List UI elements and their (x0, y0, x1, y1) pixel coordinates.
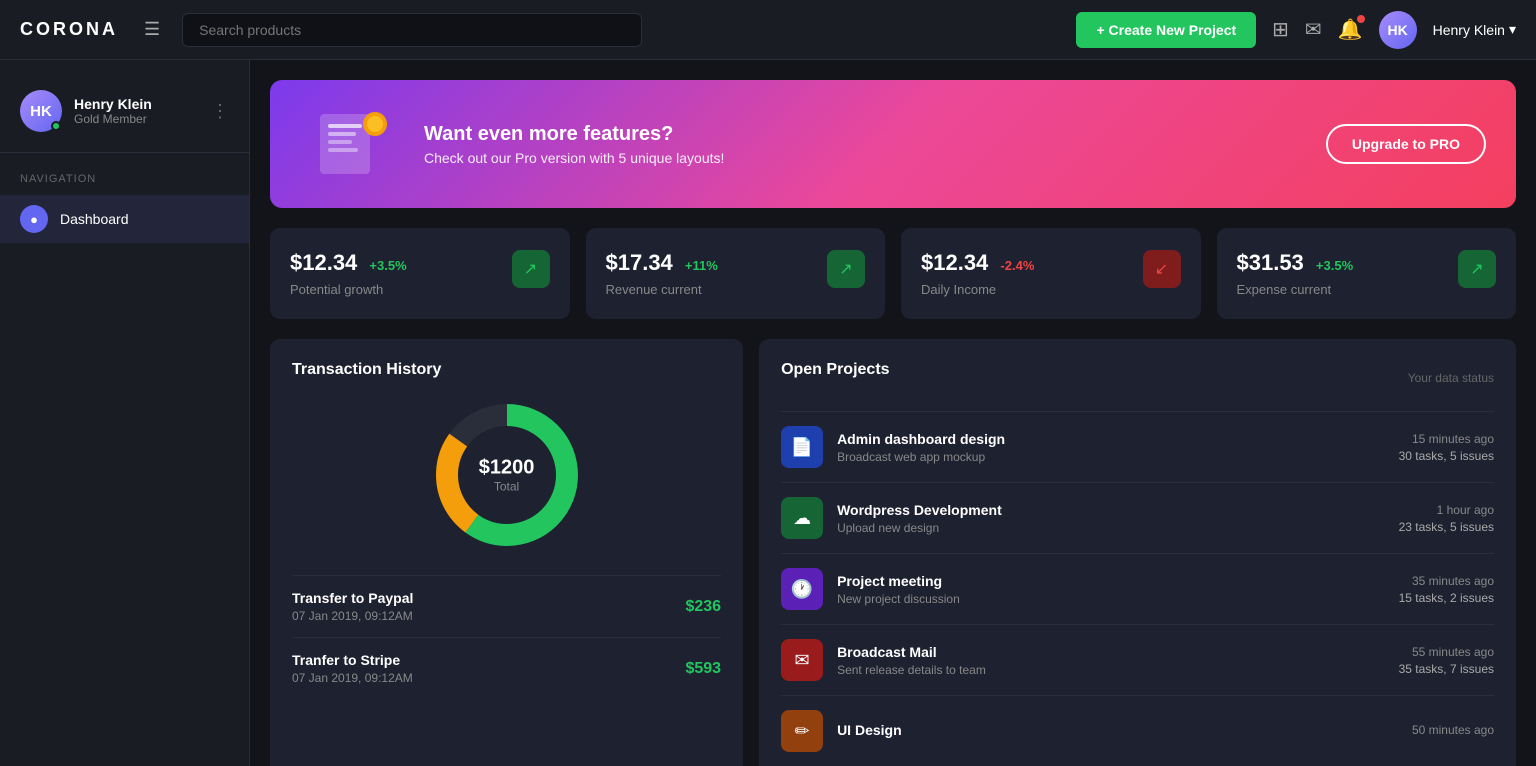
project-time-1: 1 hour ago (1399, 503, 1494, 517)
project-time-3: 55 minutes ago (1399, 645, 1494, 659)
project-stats-1: 23 tasks, 5 issues (1399, 520, 1494, 534)
project-item-2[interactable]: 🕐 Project meeting New project discussion… (781, 553, 1494, 624)
project-item-broadcast-mail[interactable]: ✉ Broadcast Mail Sent release details to… (781, 624, 1494, 695)
online-indicator (51, 121, 61, 131)
stat-arrow-1: ↗ (827, 250, 865, 288)
topnav: CORONA ☰ + Create New Project ⊞ ✉ 🔔 HK H… (0, 0, 1536, 60)
tx-amount-1: $593 (685, 660, 721, 678)
upgrade-button[interactable]: Upgrade to PRO (1326, 124, 1486, 164)
stat-label-3: Expense current (1237, 282, 1354, 297)
projects-header: Open Projects Your data status (781, 361, 1494, 395)
stat-badge-3: +3.5% (1316, 258, 1353, 273)
stat-arrow-3: ↗ (1458, 250, 1496, 288)
nav-section-label: Navigation (0, 173, 249, 195)
nav-right: + Create New Project ⊞ ✉ 🔔 HK Henry Klei… (1076, 11, 1516, 49)
banner-subtitle: Check out our Pro version with 5 unique … (424, 150, 1326, 166)
banner-illustration (300, 104, 400, 184)
project-item-4[interactable]: ✏ UI Design 50 minutes ago (781, 695, 1494, 766)
sidebar-user-name: Henry Klein (74, 96, 199, 112)
project-stats-0: 30 tasks, 5 issues (1399, 449, 1494, 463)
stat-badge-2: -2.4% (1000, 258, 1034, 273)
project-item-0[interactable]: 📄 Admin dashboard design Broadcast web a… (781, 411, 1494, 482)
stat-label-2: Daily Income (921, 282, 1034, 297)
stat-label-0: Potential growth (290, 282, 407, 297)
project-name-1: Wordpress Development (837, 502, 1385, 518)
main-layout: HK Henry Klein Gold Member ⋮ Navigation … (0, 60, 1536, 766)
grid-icon[interactable]: ⊞ (1272, 17, 1289, 42)
transaction-item-0: Transfer to Paypal 07 Jan 2019, 09:12AM … (292, 575, 721, 637)
main-content: Want even more features? Check out our P… (250, 60, 1536, 766)
tx-amount-0: $236 (685, 598, 721, 616)
search-input[interactable] (182, 13, 642, 47)
stat-cards: $12.34 +3.5% Potential growth ↗ $17.34 +… (270, 228, 1516, 319)
stat-badge-1: +11% (685, 258, 718, 273)
avatar[interactable]: HK (1379, 11, 1417, 49)
user-name-label[interactable]: Henry Klein ▾ (1433, 21, 1516, 38)
bottom-section: Transaction History $1 (270, 339, 1516, 766)
sidebar-avatar: HK (20, 90, 62, 132)
project-stats-2: 15 tasks, 2 issues (1399, 591, 1494, 605)
tx-name-1: Tranfer to Stripe (292, 652, 413, 668)
stat-value-1: $17.34 (606, 250, 673, 275)
notification-dot (1357, 15, 1365, 23)
sidebar-more-icon[interactable]: ⋮ (211, 101, 229, 122)
stat-value-0: $12.34 (290, 250, 357, 275)
tx-name-0: Transfer to Paypal (292, 590, 413, 606)
stat-arrow-0: ↗ (512, 250, 550, 288)
mail-icon[interactable]: ✉ (1305, 17, 1322, 42)
stat-value-3: $31.53 (1237, 250, 1304, 275)
stat-card-potential-growth: $12.34 +3.5% Potential growth ↗ (270, 228, 570, 319)
donut-label: Total (479, 480, 535, 494)
donut-chart: $1200 Total (427, 395, 587, 555)
stat-value-2: $12.34 (921, 250, 988, 275)
project-time-0: 15 minutes ago (1399, 432, 1494, 446)
dashboard-icon: ● (20, 205, 48, 233)
promo-banner: Want even more features? Check out our P… (270, 80, 1516, 208)
sidebar-item-label: Dashboard (60, 211, 129, 227)
project-sub-3: Sent release details to team (837, 663, 1385, 677)
project-sub-1: Upload new design (837, 521, 1385, 535)
project-item-1[interactable]: ☁ Wordpress Development Upload new desig… (781, 482, 1494, 553)
tx-date-1: 07 Jan 2019, 09:12AM (292, 671, 413, 685)
project-icon-4: ✏ (781, 710, 823, 752)
bell-icon[interactable]: 🔔 (1338, 17, 1363, 42)
project-sub-2: New project discussion (837, 592, 1385, 606)
project-icon-1: ☁ (781, 497, 823, 539)
transaction-title: Transaction History (292, 361, 721, 379)
stat-label-1: Revenue current (606, 282, 718, 297)
transaction-item-1: Tranfer to Stripe 07 Jan 2019, 09:12AM $… (292, 637, 721, 699)
project-icon-2: 🕐 (781, 568, 823, 610)
project-name-0: Admin dashboard design (837, 431, 1385, 447)
donut-amount: $1200 (479, 457, 535, 480)
project-sub-0: Broadcast web app mockup (837, 450, 1385, 464)
stat-arrow-2: ↙ (1143, 250, 1181, 288)
sidebar-user-role: Gold Member (74, 112, 199, 126)
project-time-4: 50 minutes ago (1412, 723, 1494, 737)
project-stats-3: 35 tasks, 7 issues (1399, 662, 1494, 676)
sidebar: HK Henry Klein Gold Member ⋮ Navigation … (0, 60, 250, 766)
stat-card-revenue: $17.34 +11% Revenue current ↗ (586, 228, 886, 319)
project-name-2: Project meeting (837, 573, 1385, 589)
project-name-3: Broadcast Mail (837, 644, 1385, 660)
data-status-label: Your data status (1408, 371, 1494, 385)
project-icon-3: ✉ (781, 639, 823, 681)
project-name-4: UI Design (837, 722, 1398, 738)
app-logo: CORONA (20, 19, 118, 40)
project-icon-0: 📄 (781, 426, 823, 468)
menu-icon[interactable]: ☰ (144, 19, 160, 40)
projects-title: Open Projects (781, 361, 889, 379)
stat-badge-0: +3.5% (369, 258, 406, 273)
sidebar-user: HK Henry Klein Gold Member ⋮ (0, 80, 249, 153)
create-project-button[interactable]: + Create New Project (1076, 12, 1256, 48)
sidebar-item-dashboard[interactable]: ● Dashboard (0, 195, 249, 243)
project-time-2: 35 minutes ago (1399, 574, 1494, 588)
transaction-card: Transaction History $1 (270, 339, 743, 766)
donut-container: $1200 Total (292, 395, 721, 555)
tx-date-0: 07 Jan 2019, 09:12AM (292, 609, 413, 623)
projects-card: Open Projects Your data status 📄 Admin d… (759, 339, 1516, 766)
stat-card-expense: $31.53 +3.5% Expense current ↗ (1217, 228, 1517, 319)
banner-title: Want even more features? (424, 123, 1326, 146)
stat-card-daily-income: $12.34 -2.4% Daily Income ↙ (901, 228, 1201, 319)
